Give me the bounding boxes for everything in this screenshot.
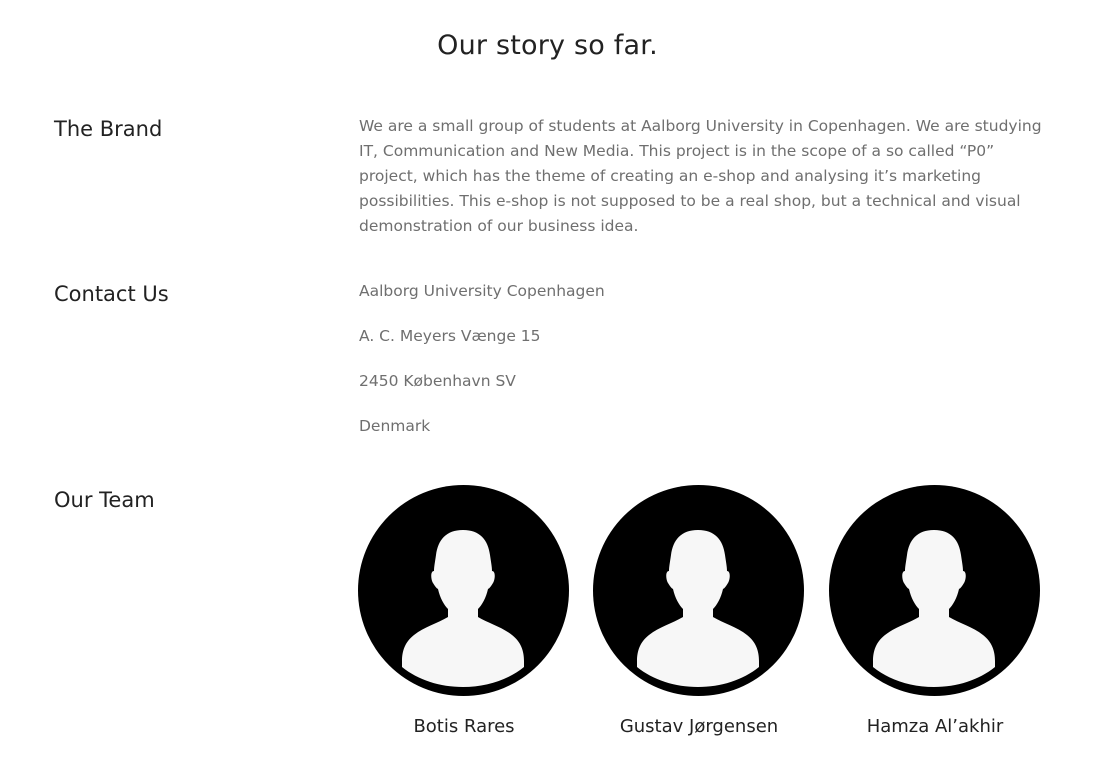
contact-line-city: 2450 København SV [359,372,516,390]
brand-heading: The Brand [54,117,163,141]
person-silhouette-icon [358,485,569,696]
team-member: Gustav Jørgensen [593,485,805,737]
team-member: Hamza Al’akhir [829,485,1041,737]
brand-description: We are a small group of students at Aalb… [359,117,1042,235]
contact-line-country: Denmark [359,417,431,435]
member-name: Botis Rares [413,716,515,737]
contact-heading: Contact Us [54,282,169,306]
person-silhouette-icon [829,485,1040,696]
contact-line-institution: Aalborg University Copenhagen [359,282,605,300]
team-member: Botis Rares [358,485,570,737]
contact-line-street: A. C. Meyers Vænge 15 [359,327,541,345]
member-name: Gustav Jørgensen [619,716,779,737]
team-heading: Our Team [54,488,155,512]
member-name: Hamza Al’akhir [866,716,1004,737]
person-silhouette-icon [593,485,804,696]
page-title: Our story so far. [437,30,658,61]
contact-address: Aalborg University Copenhagen A. C. Meye… [359,280,605,460]
